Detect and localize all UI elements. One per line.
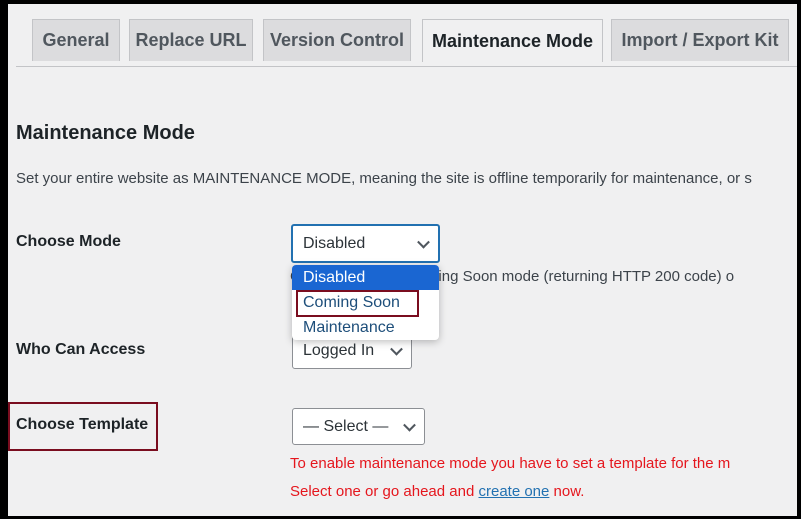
- choose-template-select[interactable]: — Select —: [292, 408, 425, 445]
- choose-mode-dropdown: Disabled Coming Soon Maintenance: [292, 265, 439, 340]
- choose-template-label: Choose Template: [16, 416, 149, 433]
- tab-bar: General Replace URL Version Control Main…: [16, 19, 797, 67]
- choose-mode-label: Choose Mode: [16, 233, 121, 250]
- choose-mode-select[interactable]: Disabled: [291, 224, 440, 263]
- notice-text-before: Select one or go ahead and: [290, 483, 479, 500]
- coming-soon-highlight: [296, 290, 419, 317]
- option-maintenance[interactable]: Maintenance: [292, 315, 439, 340]
- tab-import-export-kit[interactable]: Import / Export Kit: [611, 19, 789, 61]
- tab-maintenance-mode[interactable]: Maintenance Mode: [422, 19, 603, 62]
- tab-general[interactable]: General: [32, 19, 120, 61]
- page-description: Set your entire website as MAINTENANCE M…: [16, 170, 752, 187]
- who-can-access-value: Logged In: [303, 342, 375, 359]
- choose-template-value: — Select —: [303, 417, 389, 435]
- who-can-access-label: Who Can Access: [16, 341, 146, 358]
- template-notice-line2: Select one or go ahead and create one no…: [290, 483, 584, 500]
- page-title: Maintenance Mode: [16, 122, 195, 144]
- tab-version-control[interactable]: Version Control: [263, 19, 411, 61]
- create-one-link[interactable]: create one: [478, 483, 549, 500]
- chevron-down-icon: [417, 235, 430, 249]
- tab-replace-url[interactable]: Replace URL: [129, 19, 253, 61]
- settings-page: General Replace URL Version Control Main…: [8, 4, 797, 516]
- template-notice-line1: To enable maintenance mode you have to s…: [290, 455, 731, 472]
- chevron-down-icon: [390, 342, 403, 356]
- chevron-down-icon: [403, 418, 416, 432]
- option-disabled[interactable]: Disabled: [292, 265, 439, 290]
- choose-mode-value: Disabled: [303, 234, 366, 252]
- notice-text-after: now.: [549, 483, 585, 500]
